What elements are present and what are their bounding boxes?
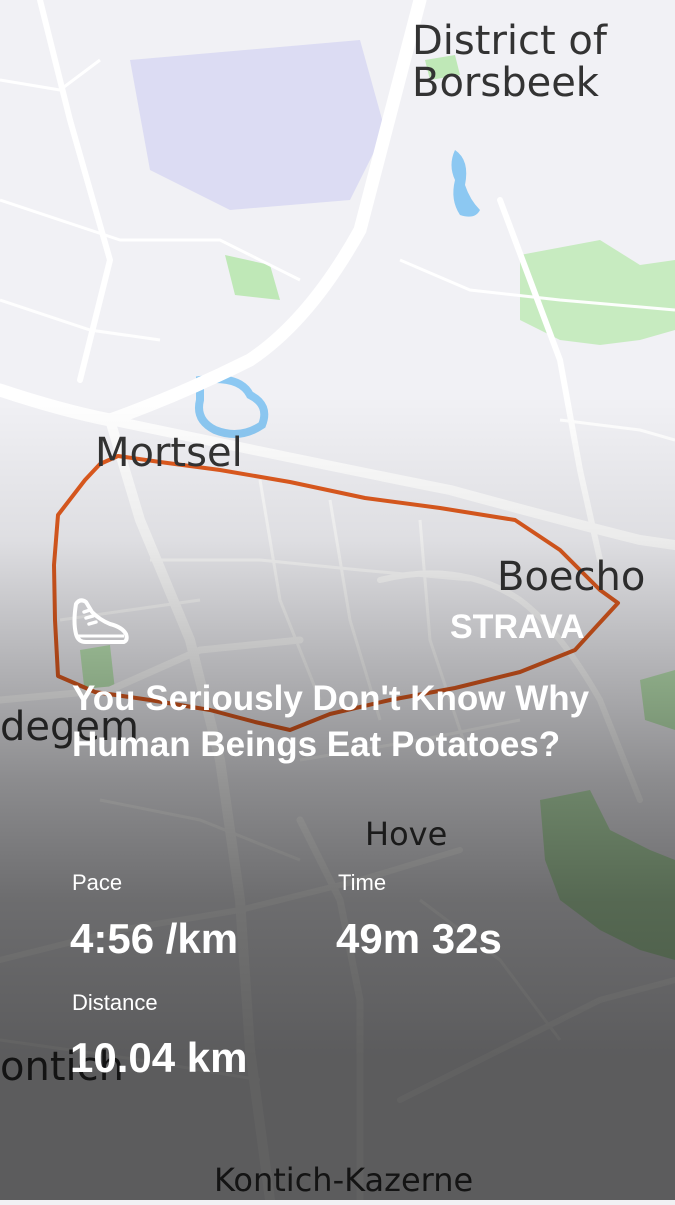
place-label-mortsel: Mortsel: [95, 430, 243, 476]
place-label-kontich-kazerne: Kontich-Kazerne: [214, 1161, 474, 1199]
pace-value: 4:56 /km: [70, 915, 239, 962]
place-label-hove: Hove: [365, 815, 448, 853]
place-label-boechout: Boecho: [497, 554, 646, 600]
distance-value: 10.04 km: [70, 1034, 248, 1081]
place-label-borsbeek: District of Borsbeek: [412, 18, 607, 106]
pace-label: Pace: [72, 870, 123, 895]
time-value: 49m 32s: [336, 915, 502, 962]
strava-logo: STRAVA: [450, 605, 600, 646]
svg-text:STRAVA: STRAVA: [450, 608, 585, 645]
activity-title: You Seriously Don't Know Why Human Being…: [72, 679, 590, 764]
running-shoe-icon: [70, 594, 130, 648]
time-label: Time: [338, 870, 387, 895]
distance-label: Distance: [72, 990, 158, 1015]
